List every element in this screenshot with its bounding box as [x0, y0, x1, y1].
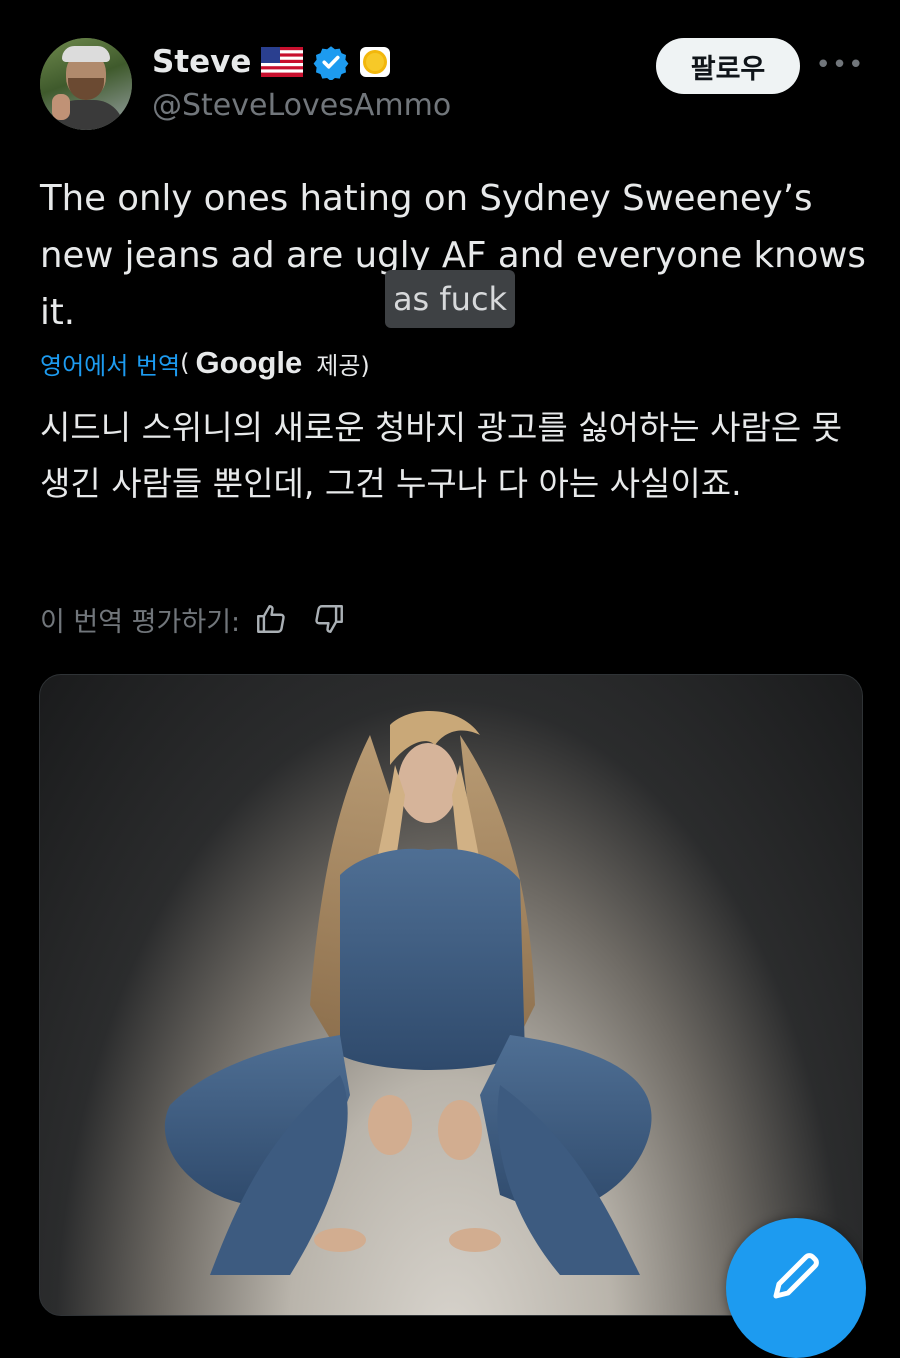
photo-illustration — [164, 711, 652, 1275]
more-options-icon[interactable]: ••• — [816, 50, 864, 80]
thumbs-down-icon[interactable] — [312, 602, 346, 636]
google-logo: Google — [195, 345, 303, 380]
verified-badge-icon[interactable] — [313, 44, 349, 80]
show-original-link[interactable]: 영어에서 번역 — [40, 346, 180, 381]
compose-icon — [773, 1253, 819, 1299]
follow-button[interactable]: 팔로우 — [656, 38, 800, 94]
provided-label: 제공) — [316, 351, 370, 380]
author-name-row: Steve — [152, 40, 391, 84]
rate-translation-row: 이 번역 평가하기: — [40, 596, 346, 642]
thumbs-up-icon[interactable] — [254, 602, 288, 636]
open-paren: ( — [180, 349, 190, 377]
avatar-hat — [62, 46, 110, 62]
avatar[interactable] — [40, 38, 132, 130]
gold-coin-icon — [360, 47, 391, 77]
display-name[interactable]: Steve — [152, 44, 251, 80]
author-handle[interactable]: @SteveLovesAmmo — [152, 88, 451, 123]
definition-tooltip: as fuck — [385, 270, 515, 328]
translation-attribution: 영어에서 번역 ( Google 제공) — [40, 340, 370, 386]
us-flag-icon — [261, 47, 304, 77]
compose-button[interactable] — [726, 1218, 866, 1358]
translated-text: 시드니 스위니의 새로운 청바지 광고를 싫어하는 사람은 못생긴 사람들 뿐인… — [40, 408, 843, 503]
rate-translation-label: 이 번역 평가하기: — [40, 606, 241, 638]
avatar-hand — [52, 94, 70, 120]
tweet-media-photo[interactable] — [39, 674, 863, 1316]
